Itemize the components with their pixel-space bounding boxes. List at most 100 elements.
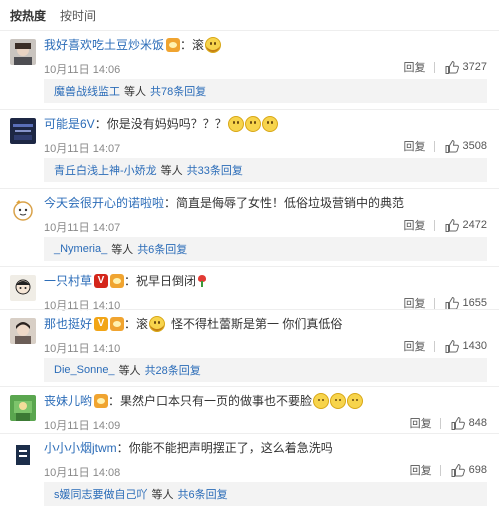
divider [433, 297, 435, 309]
like-button[interactable]: 3727 [445, 60, 487, 74]
colon: ： [124, 317, 137, 331]
comment-time: 10月11日 14:09 [44, 420, 121, 432]
sort-by-time-tab[interactable]: 按时间 [60, 7, 96, 24]
like-count: 1655 [462, 297, 487, 309]
sub-reply-user[interactable]: Die_Sonne_ [54, 364, 115, 376]
sub-reply-count[interactable]: 共6条回复 [137, 241, 187, 257]
comment-text-continued: 怪不得杜蕾斯是第一 你们真低俗 [171, 317, 343, 331]
avatar[interactable] [10, 39, 36, 65]
divider [433, 140, 435, 152]
colon: ： [108, 394, 121, 408]
vip-badge-icon [110, 274, 125, 288]
comment-item: 那也挺好 V ： 滚 怪不得杜蕾斯是第一 你们真低俗 10月11日 14:10 … [0, 309, 499, 386]
like-button[interactable]: 2472 [445, 218, 487, 232]
sub-reply-mid: 等人 [151, 489, 174, 501]
sub-reply-count[interactable]: 共28条回复 [145, 362, 201, 378]
like-button[interactable]: 848 [451, 416, 487, 430]
laughing-emoji-icon [313, 393, 330, 409]
flower-emoji-icon [197, 275, 207, 287]
comment-actions: 回复 1430 [404, 338, 487, 354]
sub-replies-link[interactable]: _Nymeria_ 等人 共6条回复 [44, 237, 487, 261]
avatar[interactable] [10, 275, 36, 301]
thumbs-up-icon [445, 139, 459, 153]
sub-reply-user[interactable]: s媛同志要做自己吖 [54, 486, 148, 502]
reply-button[interactable]: 回复 [410, 415, 432, 431]
comment-text: 果然户口本只有一页的做事也不要脸 [120, 394, 313, 408]
like-count: 3508 [462, 140, 487, 152]
reply-button[interactable]: 回复 [404, 138, 426, 154]
comment-time: 10月11日 14:08 [44, 467, 121, 479]
comment-time: 10月11日 14:07 [44, 143, 121, 155]
confused-emoji-icon [261, 116, 278, 132]
avatar[interactable] [10, 118, 36, 144]
sub-replies-link[interactable]: s媛同志要做自己吖 等人 共6条回复 [44, 482, 487, 506]
comment-text: 滚 [136, 317, 149, 331]
avatar[interactable] [10, 442, 36, 468]
reply-button[interactable]: 回复 [404, 59, 426, 75]
sub-reply-user[interactable]: 青丘白浅上神-小娇龙 [54, 162, 157, 178]
like-button[interactable]: 3508 [445, 139, 487, 153]
comment-text: 你是没有妈妈吗？？？ [106, 117, 227, 131]
confused-emoji-icon [244, 116, 261, 132]
comment-time: 10月11日 14:10 [44, 343, 121, 355]
thumbs-up-icon [451, 463, 465, 477]
comment-item: 今天会很开心的诺啦啦 ： 简直是侮辱了女性！低俗垃圾营销中的典范 10月11日 … [0, 188, 499, 266]
sub-reply-mid: 等人 [160, 165, 183, 177]
like-count: 2472 [462, 219, 487, 231]
sub-replies-link[interactable]: 魔兽战线监工 等人 共78条回复 [44, 79, 487, 103]
thumbs-up-icon [451, 416, 465, 430]
comment-text: 你能不能把声明摆正了，这么着急洗吗 [128, 441, 333, 455]
avatar[interactable] [10, 197, 36, 223]
divider [439, 464, 441, 476]
like-button[interactable]: 698 [451, 463, 487, 477]
avatar[interactable] [10, 318, 36, 344]
comment-text: 祝早日倒闭 [136, 274, 197, 288]
comment-username[interactable]: 那也挺好 [44, 316, 92, 332]
sub-reply-count[interactable]: 共33条回复 [187, 162, 243, 178]
sub-reply-user[interactable]: 魔兽战线监工 [54, 83, 120, 99]
sort-bar: 按热度 按时间 [0, 0, 499, 30]
sub-replies-link[interactable]: 青丘白浅上神-小娇龙 等人 共33条回复 [44, 158, 487, 182]
comment-item: 可能是6V ： 你是没有妈妈吗？？？ 10月11日 14:07 回复 3508 … [0, 109, 499, 188]
thumbs-up-icon [445, 296, 459, 310]
comment-time: 10月11日 14:06 [44, 64, 121, 76]
divider [439, 417, 441, 429]
sub-reply-mid: 等人 [118, 365, 141, 377]
verified-badge-icon: V [94, 317, 109, 331]
divider [433, 340, 435, 352]
sub-reply-count[interactable]: 共6条回复 [178, 486, 228, 502]
like-count: 1430 [462, 340, 487, 352]
verified-badge-icon: V [94, 274, 109, 288]
reply-button[interactable]: 回复 [410, 462, 432, 478]
divider [433, 61, 435, 73]
avatar[interactable] [10, 395, 36, 421]
reply-button[interactable]: 回复 [404, 217, 426, 233]
comment-text: 简直是侮辱了女性！低俗垃圾营销中的典范 [176, 196, 405, 210]
comment-username[interactable]: 我好喜欢吃土豆炒米饭 [44, 37, 164, 53]
colon: ： [124, 274, 137, 288]
comment-actions: 回复 3508 [404, 138, 487, 154]
sub-replies-link[interactable]: Die_Sonne_ 等人 共28条回复 [44, 358, 487, 382]
comment-text: 滚 [192, 38, 205, 52]
sub-reply-user[interactable]: _Nymeria_ [54, 243, 107, 255]
thumbs-up-icon [445, 60, 459, 74]
sub-reply-count[interactable]: 共78条回复 [150, 83, 206, 99]
comment-username[interactable]: 今天会很开心的诺啦啦 [44, 195, 164, 211]
sort-by-hot-tab[interactable]: 按热度 [10, 7, 46, 24]
comment-username[interactable]: 丧妹儿哟 [44, 393, 92, 409]
thumbs-up-icon [445, 218, 459, 232]
comment-actions: 回复 2472 [404, 217, 487, 233]
colon: ： [116, 441, 129, 455]
vip-badge-icon [94, 394, 109, 408]
comment-username[interactable]: 可能是6V [44, 116, 95, 132]
comment-username[interactable]: 小小小烟jtwm [44, 440, 117, 456]
like-button[interactable]: 1430 [445, 339, 487, 353]
comment-item: 丧妹儿哟 ： 果然户口本只有一页的做事也不要脸 10月11日 14:09 回复 … [0, 386, 499, 433]
comment-username[interactable]: 一只村草 [44, 273, 92, 289]
reply-button[interactable]: 回复 [404, 338, 426, 354]
sub-reply-mid: 等人 [111, 244, 134, 256]
comment-item: 小小小烟jtwm ： 你能不能把声明摆正了，这么着急洗吗 10月11日 14:0… [0, 433, 499, 509]
laughing-emoji-icon [347, 393, 364, 409]
confused-emoji-icon [227, 116, 244, 132]
like-button[interactable]: 1655 [445, 296, 487, 310]
